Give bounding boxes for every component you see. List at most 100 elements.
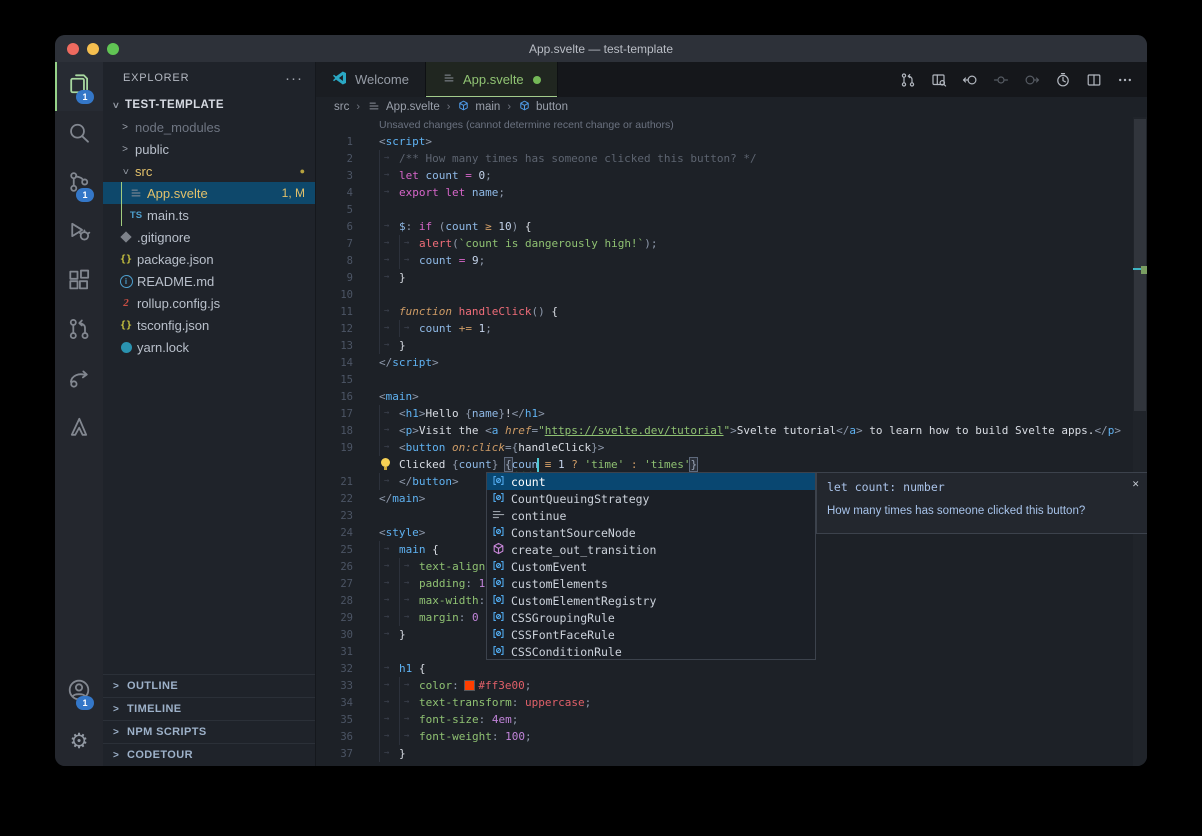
- token: let: [445, 186, 472, 199]
- split-editor-icon[interactable]: [1086, 72, 1102, 88]
- token: ;: [512, 713, 519, 726]
- code-line-33[interactable]: 33→→color: #ff3e00;: [316, 677, 1133, 694]
- lightbulb-icon[interactable]: [379, 456, 399, 473]
- run-timer-icon[interactable]: [1055, 72, 1071, 88]
- activity-item-run-debug[interactable]: [55, 209, 103, 258]
- line-number: 36: [316, 731, 353, 743]
- section-npm-scripts[interactable]: >NPM SCRIPTS: [103, 720, 315, 743]
- suggestion-CSSGroupingRule[interactable]: CSSGroupingRule: [487, 609, 815, 626]
- file-App.svelte[interactable]: App.svelte1, M: [103, 182, 315, 204]
- file-tsconfig.json[interactable]: {}tsconfig.json: [103, 314, 315, 336]
- suggestion-create_out_transition[interactable]: create_out_transition: [487, 541, 815, 558]
- code-line-34[interactable]: 34→→text-transform: uppercase;: [316, 694, 1133, 711]
- activity-item-explorer[interactable]: 1: [55, 62, 103, 111]
- navigate-forward-icon[interactable]: [1024, 72, 1040, 88]
- code-line-7[interactable]: 7→→alert(`count is dangerously high!`);: [316, 235, 1133, 252]
- file-main.ts[interactable]: TSmain.ts: [103, 204, 315, 226]
- code-line-12[interactable]: 12→→count += 1;: [316, 320, 1133, 337]
- code-line-2[interactable]: 2→/** How many times has someone clicked…: [316, 150, 1133, 167]
- indent-guide: →: [379, 167, 399, 184]
- suggestion-continue[interactable]: continue: [487, 507, 815, 524]
- activity-item-live-share[interactable]: [55, 356, 103, 405]
- file-yarn.lock[interactable]: yarn.lock: [103, 336, 315, 358]
- suggestion-CustomEvent[interactable]: CustomEvent: [487, 558, 815, 575]
- navigate-location-icon[interactable]: [993, 72, 1009, 88]
- code-line-6[interactable]: 6→$: if (count ≥ 10) {: [316, 218, 1133, 235]
- breadcrumb-app-svelte[interactable]: App.svelte: [367, 99, 440, 116]
- minimize-window-button[interactable]: [87, 43, 99, 55]
- token: >: [730, 424, 737, 437]
- suggestion-CSSFontFaceRule[interactable]: CSSFontFaceRule: [487, 626, 815, 643]
- section-codetour[interactable]: >CODETOUR: [103, 743, 315, 766]
- activity-item-github-pr[interactable]: [55, 307, 103, 356]
- file-public[interactable]: >public: [103, 138, 315, 160]
- suggestion-ConstantSourceNode[interactable]: ConstantSourceNode: [487, 524, 815, 541]
- activity-item-source-control[interactable]: 1: [55, 160, 103, 209]
- section-outline[interactable]: >OUTLINE: [103, 674, 315, 697]
- code-line-1[interactable]: 1<script>: [316, 133, 1133, 150]
- scrollbar-thumb[interactable]: [1134, 119, 1146, 411]
- activity-item-search[interactable]: [55, 111, 103, 160]
- code-line-13[interactable]: 13→}: [316, 337, 1133, 354]
- navigate-back-icon[interactable]: [962, 72, 978, 88]
- code-line-11[interactable]: 11→function handleClick() {: [316, 303, 1133, 320]
- activity-item-account[interactable]: 1: [55, 668, 103, 717]
- file-rollup.config.js[interactable]: 2rollup.config.js: [103, 292, 315, 314]
- code-line-19[interactable]: 19→<button on:click={handleClick}>: [316, 439, 1133, 456]
- file-.gitignore[interactable]: .gitignore: [103, 226, 315, 248]
- token: Visit the: [419, 424, 485, 437]
- activity-item-extensions[interactable]: [55, 258, 103, 307]
- suggestion-customElements[interactable]: customElements: [487, 575, 815, 592]
- activity-item-settings[interactable]: ⚙: [55, 717, 103, 766]
- open-preview-icon[interactable]: [931, 72, 947, 88]
- maximize-window-button[interactable]: [107, 43, 119, 55]
- activity-item-azure[interactable]: [55, 405, 103, 454]
- file-node_modules[interactable]: >node_modules: [103, 116, 315, 138]
- code-line-9[interactable]: 9→}: [316, 269, 1133, 286]
- code-line-20[interactable]: Clicked {count} {coun ≡ 1 ? 'time' : 'ti…: [316, 456, 1133, 473]
- code-line-32[interactable]: 32→h1 {: [316, 660, 1133, 677]
- file-src[interactable]: >src●: [103, 160, 315, 182]
- code-line-16[interactable]: 16<main>: [316, 388, 1133, 405]
- suggestion-CountQueuingStrategy[interactable]: CountQueuingStrategy: [487, 490, 815, 507]
- token: count: [426, 169, 466, 182]
- suggestion-count[interactable]: count: [487, 473, 815, 490]
- suggestion-CSSConditionRule[interactable]: CSSConditionRule: [487, 643, 815, 660]
- braces-icon: {}: [117, 254, 135, 265]
- breadcrumb-button[interactable]: button: [518, 99, 568, 115]
- token: h1: [406, 407, 419, 420]
- close-icon[interactable]: ✕: [1132, 477, 1139, 490]
- more-actions-icon[interactable]: [1117, 72, 1133, 88]
- tab-app-svelte[interactable]: App.svelte: [426, 62, 558, 97]
- tab-welcome[interactable]: Welcome: [316, 62, 426, 97]
- file-package.json[interactable]: {}package.json: [103, 248, 315, 270]
- code-line-35[interactable]: 35→→font-size: 4em;: [316, 711, 1133, 728]
- code-line-5[interactable]: 5: [316, 201, 1133, 218]
- code-line-3[interactable]: 3→let count = 0;: [316, 167, 1133, 184]
- code-line-8[interactable]: 8→→count = 9;: [316, 252, 1133, 269]
- code-line-36[interactable]: 36→→font-weight: 100;: [316, 728, 1133, 745]
- project-root[interactable]: >TEST-TEMPLATE: [103, 94, 315, 116]
- suggestion-CustomElementRegistry[interactable]: CustomElementRegistry: [487, 592, 815, 609]
- git-compare-icon[interactable]: [900, 72, 916, 88]
- code-line-18[interactable]: 18→<p>Visit the <a href="https://svelte.…: [316, 422, 1133, 439]
- code-line-37[interactable]: 37→}: [316, 745, 1133, 762]
- breadcrumb-label: button: [536, 101, 568, 113]
- token: }: [591, 441, 598, 454]
- breadcrumb-src[interactable]: src: [334, 101, 349, 113]
- code-line-15[interactable]: 15: [316, 371, 1133, 388]
- code-line-17[interactable]: 17→<h1>Hello {name}!</h1>: [316, 405, 1133, 422]
- symbol-variable-icon: [491, 609, 506, 627]
- line-number: 14: [316, 357, 353, 369]
- code-editor[interactable]: Unsaved changes (cannot determine recent…: [316, 117, 1147, 766]
- token: h1: [525, 407, 538, 420]
- close-window-button[interactable]: [67, 43, 79, 55]
- section-timeline[interactable]: >TIMELINE: [103, 697, 315, 720]
- token: Hello: [426, 407, 466, 420]
- file-README.md[interactable]: iREADME.md: [103, 270, 315, 292]
- code-line-10[interactable]: 10: [316, 286, 1133, 303]
- code-line-4[interactable]: 4→export let name;: [316, 184, 1133, 201]
- code-line-14[interactable]: 14</script>: [316, 354, 1133, 371]
- more-actions-icon[interactable]: ···: [285, 70, 303, 87]
- breadcrumb-main[interactable]: main: [457, 99, 500, 115]
